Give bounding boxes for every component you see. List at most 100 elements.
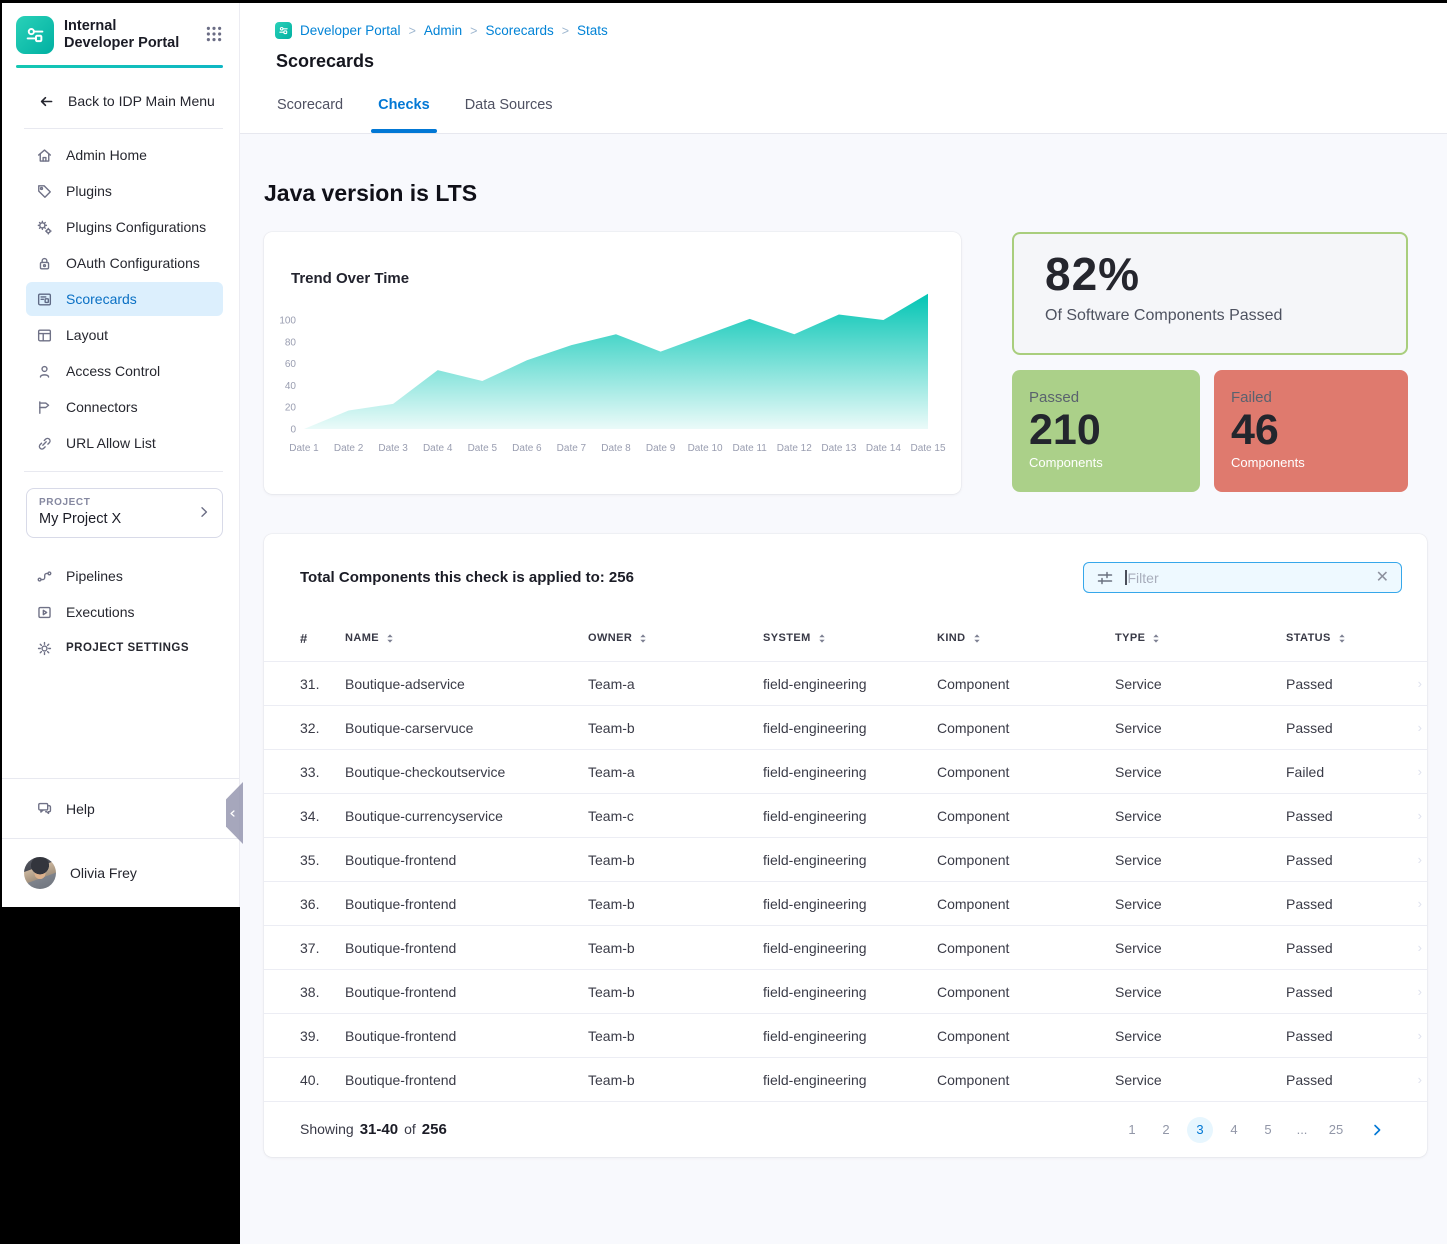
cell-type: Service [1115, 676, 1286, 692]
page-3[interactable]: 3 [1187, 1117, 1213, 1143]
page-1[interactable]: 1 [1119, 1117, 1145, 1143]
table-title: Total Components this check is applied t… [300, 569, 634, 586]
filter-sliders-icon[interactable] [1096, 569, 1114, 587]
table-row[interactable]: 33.Boutique-checkoutserviceTeam-afield-e… [264, 749, 1427, 793]
table-row[interactable]: 35.Boutique-frontendTeam-bfield-engineer… [264, 837, 1427, 881]
sidebar-item-plugins[interactable]: Plugins [26, 174, 223, 208]
breadcrumb-separator: > [470, 24, 477, 38]
breadcrumb-scorecards[interactable]: Scorecards [485, 23, 553, 38]
cell-kind: Component [937, 676, 1115, 692]
percent-value: 82% [1045, 247, 1406, 301]
project-selector[interactable]: PROJECT My Project X [26, 488, 223, 538]
percent-passed-card: 82% Of Software Components Passed [1012, 232, 1408, 355]
sidebar-bottom: Help Olivia Frey [2, 778, 239, 907]
table-row[interactable]: 36.Boutique-frontendTeam-bfield-engineer… [264, 881, 1427, 925]
row-chevron-icon: › [1418, 764, 1422, 779]
column-header-system[interactable]: SYSTEM [763, 632, 937, 644]
cell-kind: Component [937, 720, 1115, 736]
user-menu[interactable]: Olivia Frey [2, 838, 239, 907]
sidebar-item-plugins-configurations[interactable]: Plugins Configurations [26, 210, 223, 244]
sidebar-item-url-allow-list[interactable]: URL Allow List [26, 426, 223, 460]
x-axis-label: Date 12 [777, 443, 812, 454]
cell-system: field-engineering [763, 852, 937, 868]
sidebar-item-scorecards[interactable]: Scorecards [26, 282, 223, 316]
column-header-name[interactable]: NAME [345, 632, 588, 644]
chat-icon [36, 800, 53, 817]
table-row[interactable]: 31.Boutique-adserviceTeam-afield-enginee… [264, 661, 1427, 705]
sidebar-item-oauth-configurations[interactable]: OAuth Configurations [26, 246, 223, 280]
idp-logo-icon-small[interactable] [275, 22, 292, 39]
passed-label: Passed [1029, 389, 1200, 406]
cell-owner: Team-b [588, 984, 763, 1000]
cell-num: 31. [300, 676, 345, 692]
cell-owner: Team-b [588, 940, 763, 956]
trend-chart-card: Trend Over Time 020406080100Date 1Date 2… [264, 232, 961, 494]
executions-icon [36, 604, 53, 621]
row-chevron-icon: › [1418, 896, 1422, 911]
tab-scorecard[interactable]: Scorecard [277, 93, 343, 133]
cell-kind: Component [937, 940, 1115, 956]
tab-data-sources[interactable]: Data Sources [465, 93, 553, 133]
sidebar-item-pipelines[interactable]: Pipelines [26, 559, 223, 593]
page-25[interactable]: 25 [1323, 1117, 1349, 1143]
breadcrumb-stats[interactable]: Stats [577, 23, 608, 38]
tab-checks[interactable]: Checks [378, 93, 430, 133]
showing-summary: Showing 31-40 of 256 [300, 1121, 447, 1138]
column-header-status[interactable]: STATUS [1286, 632, 1427, 644]
cell-type: Service [1115, 984, 1286, 1000]
row-chevron-icon: › [1418, 940, 1422, 955]
page-header: Developer Portal > Admin > Scorecards > … [240, 3, 1447, 134]
breadcrumb-developer-portal[interactable]: Developer Portal [300, 23, 401, 38]
divider [24, 128, 223, 129]
column-header-owner[interactable]: OWNER [588, 632, 763, 644]
sidebar-item-executions[interactable]: Executions [26, 595, 223, 629]
next-page-button[interactable] [1369, 1122, 1385, 1138]
page-4[interactable]: 4 [1221, 1117, 1247, 1143]
x-axis-label: Date 3 [378, 443, 408, 454]
table-row[interactable]: 37.Boutique-frontendTeam-bfield-engineer… [264, 925, 1427, 969]
help-button[interactable]: Help [2, 778, 239, 838]
y-axis-tick: 60 [285, 359, 297, 370]
filter-input[interactable] [1128, 570, 1374, 586]
page-5[interactable]: 5 [1255, 1117, 1281, 1143]
app-switcher-icon[interactable] [205, 16, 223, 43]
chevron-left-icon [228, 809, 237, 818]
table-row[interactable]: 39.Boutique-frontendTeam-bfield-engineer… [264, 1013, 1427, 1057]
table-header-row: #NAMEOWNERSYSTEMKINDTYPESTATUS [264, 615, 1427, 661]
lock-icon [36, 255, 53, 272]
passed-value: 210 [1029, 408, 1200, 452]
cell-owner: Team-a [588, 676, 763, 692]
sidebar-item-project-settings[interactable]: PROJECT SETTINGS [26, 631, 223, 665]
sidebar-item-access-control[interactable]: Access Control [26, 354, 223, 388]
breadcrumb-admin[interactable]: Admin [424, 23, 462, 38]
table-row[interactable]: 38.Boutique-frontendTeam-bfield-engineer… [264, 969, 1427, 1013]
x-axis-label: Date 10 [688, 443, 723, 454]
sidebar-item-admin-home[interactable]: Admin Home [26, 138, 223, 172]
failed-card: Failed 46 Components [1214, 370, 1408, 492]
cell-type: Service [1115, 852, 1286, 868]
back-label: Back to IDP Main Menu [68, 93, 215, 109]
sidebar-item-connectors[interactable]: Connectors [26, 390, 223, 424]
column-header-kind[interactable]: KIND [937, 632, 1115, 644]
cell-name: Boutique-currencyservice [345, 808, 588, 824]
column-header-num[interactable]: # [300, 631, 345, 646]
cell-kind: Component [937, 808, 1115, 824]
cell-name: Boutique-frontend [345, 852, 588, 868]
cell-owner: Team-b [588, 896, 763, 912]
sidebar-item-layout[interactable]: Layout [26, 318, 223, 352]
cell-num: 34. [300, 808, 345, 824]
clear-filter-icon[interactable]: ✕ [1374, 570, 1391, 586]
page-2[interactable]: 2 [1153, 1117, 1179, 1143]
column-header-type[interactable]: TYPE [1115, 632, 1286, 644]
table-row[interactable]: 32.Boutique-carservuceTeam-bfield-engine… [264, 705, 1427, 749]
cell-status: Passed [1286, 1072, 1427, 1088]
table-row[interactable]: 34.Boutique-currencyserviceTeam-cfield-e… [264, 793, 1427, 837]
tab-bar: Scorecard Checks Data Sources [277, 93, 553, 133]
back-to-idp-menu[interactable]: Back to IDP Main Menu [2, 86, 239, 116]
sort-icon [1152, 633, 1160, 644]
cell-system: field-engineering [763, 720, 937, 736]
cell-system: field-engineering [763, 1028, 937, 1044]
x-axis-label: Date 8 [601, 443, 631, 454]
cell-name: Boutique-frontend [345, 984, 588, 1000]
table-row[interactable]: 40.Boutique-frontendTeam-bfield-engineer… [264, 1057, 1427, 1101]
